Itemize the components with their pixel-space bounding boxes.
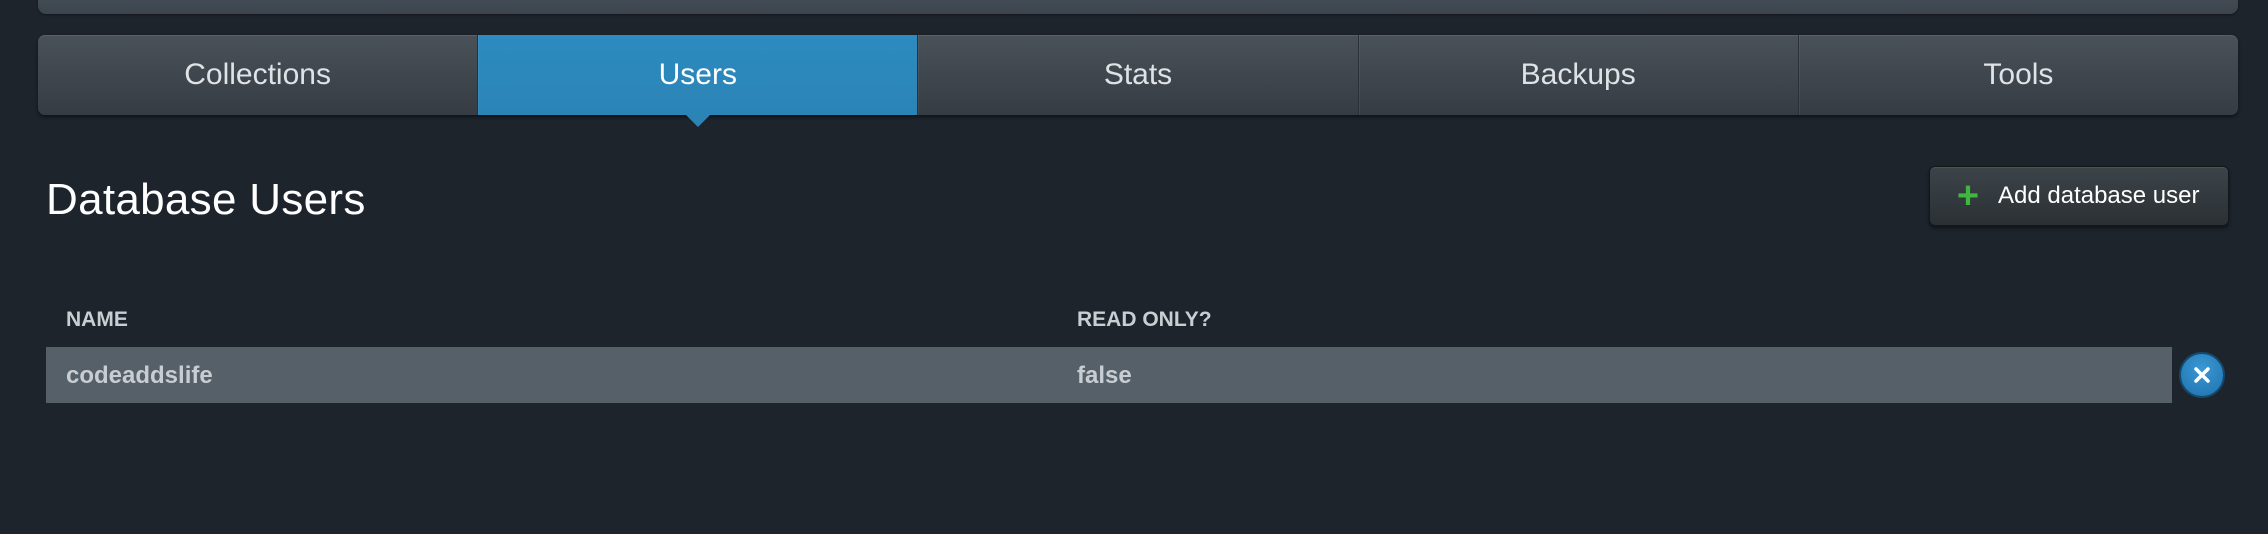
tab-backups[interactable]: Backups xyxy=(1357,35,1798,115)
read-only-cell: false xyxy=(1077,362,1132,389)
plus-icon: + xyxy=(1956,175,1980,217)
page-title: Database Users xyxy=(46,175,366,224)
tab-collections[interactable]: Collections xyxy=(38,35,477,115)
main-tabs: Collections Users Stats Backups Tools xyxy=(38,35,2238,115)
users-table-header: NAME READ ONLY? xyxy=(46,300,2172,340)
delete-user-button[interactable] xyxy=(2179,352,2225,398)
add-database-user-label: Add database user xyxy=(1998,182,2200,209)
column-header-name: NAME xyxy=(66,308,128,331)
add-database-user-button[interactable]: + Add database user xyxy=(1929,166,2229,226)
column-header-read-only: READ ONLY? xyxy=(1077,308,1212,331)
tab-stats[interactable]: Stats xyxy=(917,35,1357,115)
tab-tools[interactable]: Tools xyxy=(1797,35,2238,115)
user-name-cell: codeaddslife xyxy=(66,362,213,389)
table-row: codeaddslife false xyxy=(46,347,2172,403)
close-icon xyxy=(2192,365,2212,385)
tab-users[interactable]: Users xyxy=(477,35,918,115)
top-panel xyxy=(38,0,2238,14)
